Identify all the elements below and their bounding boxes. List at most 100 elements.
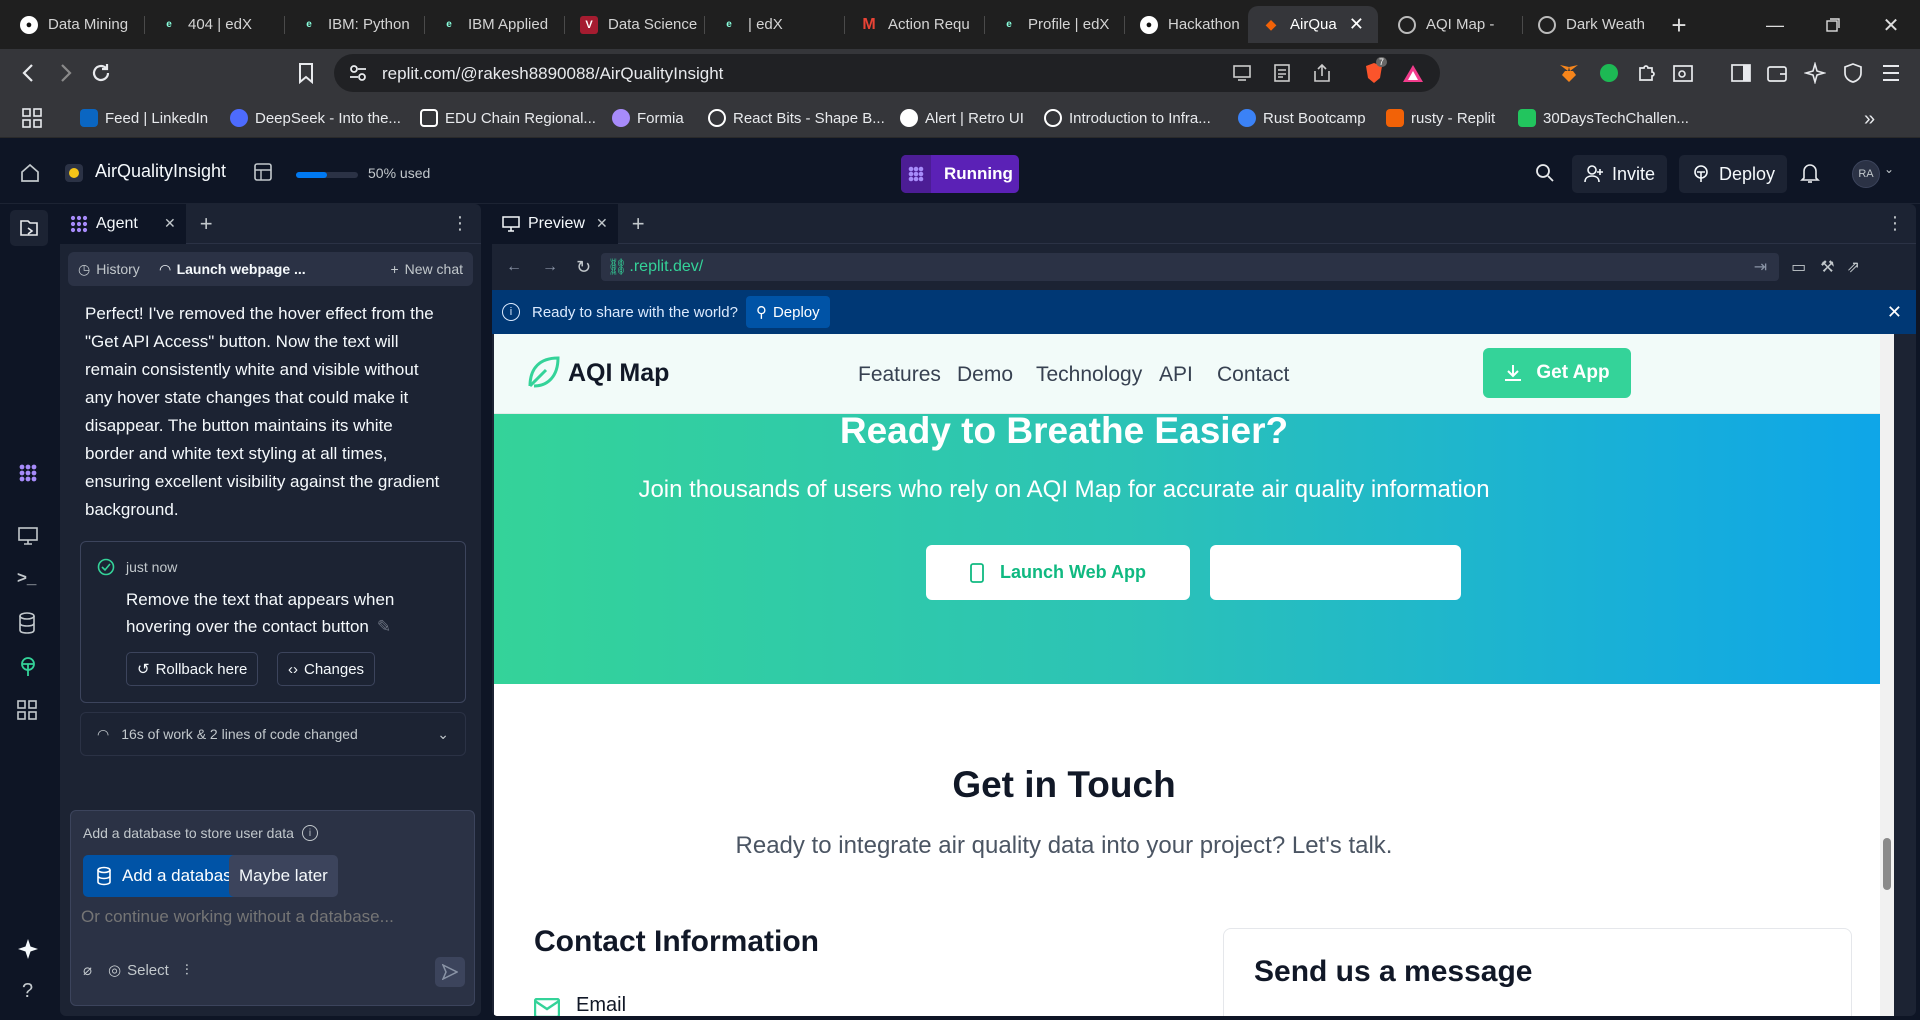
maximize-button[interactable] <box>1818 10 1848 40</box>
back-icon[interactable]: ← <box>506 258 522 276</box>
browser-tab[interactable]: ● Data Mining <box>6 6 142 43</box>
nav-link-demo[interactable]: Demo <box>957 363 1013 387</box>
bookmark-icon[interactable] <box>296 62 316 84</box>
share-icon[interactable] <box>1312 63 1332 83</box>
help-icon[interactable]: ? <box>22 980 33 1003</box>
leo-ai-icon[interactable] <box>1804 62 1826 84</box>
tab-search-icon[interactable] <box>1672 62 1694 84</box>
tab-agent[interactable]: Agent ✕ <box>60 203 186 244</box>
scrollbar-thumb[interactable] <box>1883 838 1891 890</box>
bookmark-infra[interactable]: Introduction to Infra... <box>1044 109 1211 127</box>
select-button[interactable]: ◎ Select <box>108 961 169 980</box>
settings-sliders-icon[interactable]: ⫶ <box>185 962 189 979</box>
menu-icon[interactable] <box>1880 60 1902 86</box>
preview-icon[interactable] <box>17 526 39 546</box>
brave-shields-icon[interactable]: 7 <box>1362 57 1388 85</box>
bookmark-rust[interactable]: Rust Bootcamp <box>1238 109 1366 127</box>
get-app-button[interactable]: Get App <box>1483 348 1631 398</box>
add-tab-icon[interactable]: + <box>632 211 645 237</box>
banner-deploy-button[interactable]: ⚲ Deploy <box>745 296 830 328</box>
devices-icon[interactable]: ▭ <box>1791 257 1806 277</box>
new-tab-button[interactable]: + <box>1664 10 1694 40</box>
bell-icon[interactable] <box>1800 162 1820 184</box>
add-database-button[interactable]: Add a database <box>83 855 254 897</box>
reload-icon[interactable] <box>90 62 112 84</box>
spotify-extension-icon[interactable] <box>1598 62 1620 84</box>
install-app-icon[interactable] <box>1232 63 1254 83</box>
info-icon[interactable]: i <box>301 825 318 841</box>
deployments-icon[interactable] <box>17 656 39 678</box>
project-name[interactable]: AirQualityInsight <box>95 161 226 182</box>
close-icon[interactable]: ✕ <box>596 215 608 232</box>
work-summary[interactable]: ◠ 16s of work & 2 lines of code changed … <box>80 712 466 756</box>
bookmark-educhain[interactable]: EDU Chain Regional... <box>420 109 596 127</box>
bookmark-retroui[interactable]: Alert | Retro UI <box>900 109 1024 127</box>
close-icon[interactable]: ✕ <box>1349 14 1364 35</box>
avatar[interactable]: RA <box>1852 160 1880 188</box>
deploy-button[interactable]: Deploy <box>1679 155 1788 193</box>
add-tab-icon[interactable]: + <box>200 211 213 237</box>
browser-tab[interactable]: M Action Requ <box>846 6 982 43</box>
sidebar-icon[interactable] <box>1730 62 1752 84</box>
close-icon[interactable]: ✕ <box>164 215 176 232</box>
browser-tab[interactable]: e IBM: Python <box>286 6 422 43</box>
browser-tab[interactable]: e | edX <box>706 6 842 43</box>
bookmark-reactbits[interactable]: React Bits - Shape B... <box>708 109 885 127</box>
bookmark-rusty-replit[interactable]: rusty - Replit <box>1386 109 1495 127</box>
current-thread[interactable]: ◠ Launch webpage ... <box>150 261 316 278</box>
nav-link-api[interactable]: API <box>1159 363 1193 387</box>
launch-web-app-button[interactable]: Launch Web App <box>926 545 1190 600</box>
history-button[interactable]: ◷ History <box>68 261 150 278</box>
nav-link-technology[interactable]: Technology <box>1036 363 1142 387</box>
extensions-icon[interactable] <box>1636 62 1658 84</box>
apps-grid-icon[interactable] <box>22 108 42 128</box>
reader-mode-icon[interactable] <box>1272 63 1292 83</box>
invite-button[interactable]: Invite <box>1572 155 1668 193</box>
bookmark-deepseek[interactable]: DeepSeek - Into the... <box>230 109 401 127</box>
new-chat-button[interactable]: + New chat <box>380 261 473 277</box>
browser-tab[interactable]: AQI Map - <box>1384 6 1520 43</box>
search-icon[interactable] <box>1535 163 1555 183</box>
sparkle-icon[interactable] <box>17 938 39 960</box>
changes-button[interactable]: ‹› Changes <box>277 652 376 686</box>
window-close-button[interactable]: ✕ <box>1876 10 1906 40</box>
more-bookmarks-icon[interactable]: » <box>1864 108 1875 131</box>
close-icon[interactable]: ✕ <box>1887 302 1902 323</box>
maybe-later-button[interactable]: Maybe later <box>229 855 338 897</box>
attach-icon[interactable]: ⌀ <box>83 961 92 979</box>
site-info-icon[interactable] <box>348 64 368 82</box>
agent-icon[interactable] <box>17 462 39 484</box>
brave-rewards-icon[interactable] <box>1402 63 1424 83</box>
browser-tab[interactable]: V Data Science <box>566 6 702 43</box>
metamask-icon[interactable] <box>1558 62 1580 84</box>
rollback-button[interactable]: ↺ Rollback here <box>126 652 259 686</box>
files-icon[interactable] <box>10 210 48 246</box>
database-icon[interactable] <box>17 612 37 634</box>
devtools-icon[interactable]: ⚒ <box>1820 257 1834 277</box>
browser-tab[interactable]: e 404 | edX <box>146 6 282 43</box>
preview-url-bar[interactable]: ⛓ .replit.dev/ ⇥ <box>601 253 1780 281</box>
nav-link-features[interactable]: Features <box>858 363 941 387</box>
edit-icon[interactable]: ✎ <box>377 617 391 636</box>
project-details-icon[interactable] <box>253 162 273 182</box>
bookmark-30days[interactable]: 30DaysTechChallen... <box>1518 109 1689 127</box>
chat-input[interactable] <box>81 901 461 933</box>
forward-icon[interactable]: → <box>542 258 558 276</box>
browser-tab[interactable]: e Profile | edX <box>986 6 1122 43</box>
browser-tab[interactable]: ● Hackathon <box>1126 6 1246 43</box>
site-brand[interactable]: AQI Map <box>568 359 669 388</box>
bookmark-linkedin[interactable]: Feed | LinkedIn <box>80 109 208 127</box>
vpn-icon[interactable] <box>1842 62 1864 84</box>
home-icon[interactable] <box>20 163 40 183</box>
nav-link-contact[interactable]: Contact <box>1217 363 1289 387</box>
back-icon[interactable] <box>18 62 40 84</box>
scrollbar-track[interactable] <box>1880 334 1894 1016</box>
reload-icon[interactable]: ↻ <box>576 257 591 278</box>
browser-tab-active[interactable]: ◆ AirQua ✕ <box>1248 6 1378 43</box>
wallet-icon[interactable] <box>1766 62 1788 84</box>
go-icon[interactable]: ⇥ <box>1754 257 1767 277</box>
minimize-button[interactable]: — <box>1760 10 1790 40</box>
tab-preview[interactable]: Preview ✕ <box>492 204 618 244</box>
more-options-icon[interactable]: ⋮ <box>1886 213 1904 234</box>
chevron-down-icon[interactable]: ⌄ <box>1884 162 1894 176</box>
